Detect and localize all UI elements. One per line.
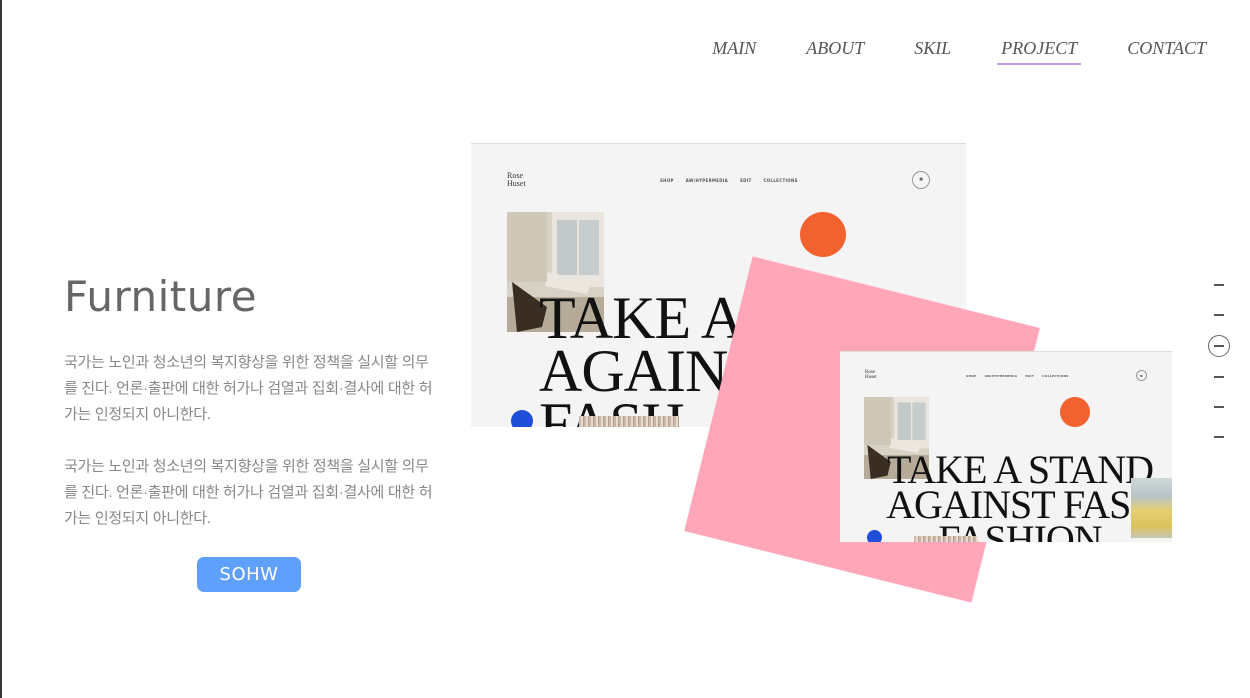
mockup-stripe-image xyxy=(914,536,978,542)
nav-main[interactable]: MAIN xyxy=(708,38,760,63)
nav-contact[interactable]: CONTACT xyxy=(1123,38,1210,63)
mockup-nav-item: AW/HYPERMEDIA xyxy=(685,178,729,183)
cart-icon: ■ xyxy=(912,171,930,189)
orange-dot xyxy=(1060,397,1090,427)
pager-dot-current[interactable] xyxy=(1208,335,1230,357)
mockup-nav: SHOP AW/HYPERMEDIA EDIT COLLECTIONS xyxy=(660,178,798,183)
blue-dot xyxy=(867,530,882,542)
nav-skil[interactable]: SKIL xyxy=(910,38,955,63)
nav-project[interactable]: PROJECT xyxy=(997,38,1082,65)
mockup-logo: Rose Huset xyxy=(507,171,526,188)
mockup-logo: Rose Huset xyxy=(865,370,877,380)
mockup-nav-item: COLLECTIONS xyxy=(1042,374,1069,378)
mockup-nav-item: SHOP xyxy=(966,374,977,378)
mockup-nav-item: SHOP xyxy=(660,178,674,183)
nav-about[interactable]: ABOUT xyxy=(802,38,868,63)
mockup-nav-item: AW/HYPERMEDIA xyxy=(984,374,1018,378)
mockup-nav-item: COLLECTIONS xyxy=(763,178,798,183)
pager-dot[interactable] xyxy=(1214,436,1224,438)
project-preview-small: Rose Huset SHOP AW/HYPERMEDIA EDIT COLLE… xyxy=(840,351,1172,542)
main-nav: MAIN ABOUT SKIL PROJECT CONTACT xyxy=(666,38,1210,65)
mockup-headline: TAKE A STAND AGAINST FAST FASHION xyxy=(886,447,1155,542)
orange-dot xyxy=(800,212,846,257)
mockup-nav-item: EDIT xyxy=(740,178,752,183)
pager-dot[interactable] xyxy=(1214,314,1224,316)
project-description-2: 국가는 노인과 청소년의 복지향상을 위한 정책을 실시할 의무를 진다. 언론… xyxy=(64,458,433,527)
show-button[interactable]: SOHW xyxy=(197,557,301,592)
pager-dot[interactable] xyxy=(1214,284,1224,286)
section-pager xyxy=(1208,270,1230,452)
mockup-nav-item: EDIT xyxy=(1025,374,1035,378)
pager-dot[interactable] xyxy=(1214,376,1224,378)
blue-dot xyxy=(511,410,533,427)
project-title: Furniture xyxy=(64,272,258,321)
cart-icon: ■ xyxy=(1136,370,1147,381)
mockup-stripe-image xyxy=(579,416,679,427)
fashion-model-photo xyxy=(1131,478,1172,538)
project-description-1: 국가는 노인과 청소년의 복지향상을 위한 정책을 실시할 의무를 진다. 언론… xyxy=(64,354,433,423)
pager-dot[interactable] xyxy=(1214,406,1224,408)
mockup-nav: SHOP AW/HYPERMEDIA EDIT COLLECTIONS xyxy=(966,374,1069,378)
